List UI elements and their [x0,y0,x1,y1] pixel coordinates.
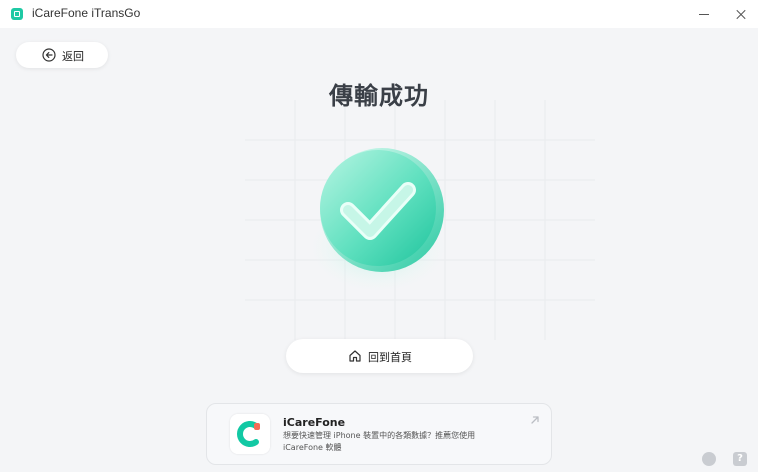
help-button[interactable]: ? [733,452,747,466]
chat-icon[interactable] [702,452,716,466]
app-logo-icon [11,8,23,20]
page-title: 傳輸成功 [329,82,429,110]
home-icon [349,350,361,362]
back-label: 返回 [62,50,84,63]
close-button[interactable] [731,4,751,24]
app-title: iCareFone iTransGo [32,6,141,20]
back-button[interactable]: 返回 [16,42,108,68]
home-button[interactable]: 回到首頁 [286,339,473,373]
home-label: 回到首頁 [368,351,412,364]
external-arrow-icon [531,416,539,424]
title-bar: iCareFone iTransGo [0,0,758,28]
promo-title: iCareFone [283,416,346,429]
promo-description: 想要快速管理 iPhone 裝置中的各類數據？推薦您使用 iCareFone 軟… [283,431,476,452]
back-arrow-icon [42,48,56,62]
icarefone-promo-card[interactable]: iCareFone 想要快速管理 iPhone 裝置中的各類數據？推薦您使用 i… [206,403,552,465]
minimize-button[interactable] [694,4,714,24]
checkmark-success-icon [308,148,448,293]
icarefone-logo-icon [230,414,270,454]
